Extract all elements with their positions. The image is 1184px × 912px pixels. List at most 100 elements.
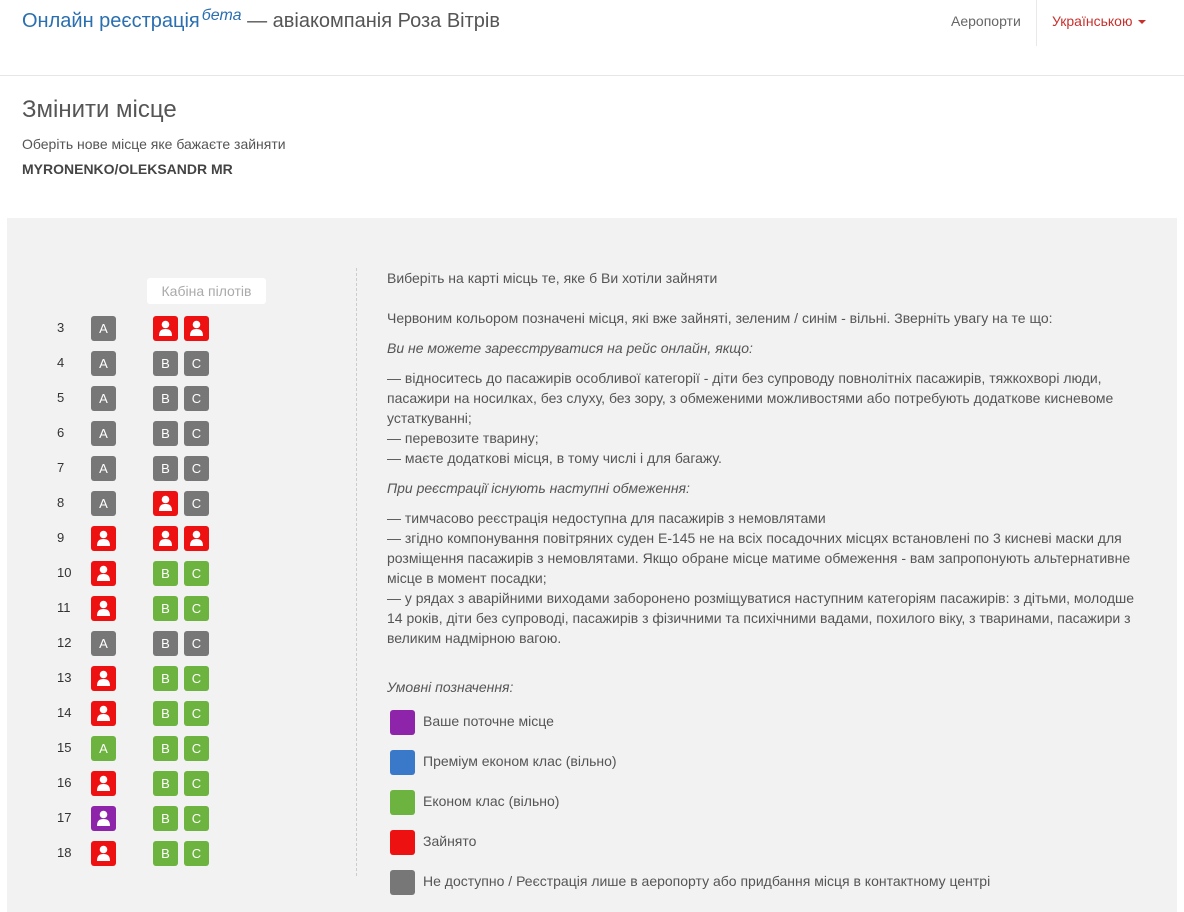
seat-8b[interactable]	[153, 491, 178, 516]
seat-12c[interactable]: C	[184, 631, 209, 656]
row-number: 3	[57, 320, 65, 335]
legend-item: Не доступно / Реєстрація лише в аеропорт…	[390, 870, 1090, 895]
info-cannot-2: — перевозите тварину;	[387, 430, 539, 446]
info-restrictions-title: При реєстрації існують наступні обмеженн…	[387, 480, 690, 496]
seat-7a[interactable]: A	[91, 456, 116, 481]
seat-11b[interactable]: B	[153, 596, 178, 621]
seat-letter: C	[191, 391, 202, 406]
seat-16a[interactable]	[91, 771, 116, 796]
seat-9b[interactable]	[153, 526, 178, 551]
seat-12a[interactable]: A	[91, 631, 116, 656]
seat-4a[interactable]: A	[91, 351, 116, 376]
seat-letter: B	[161, 741, 170, 756]
seat-letter: A	[99, 426, 108, 441]
seat-14a[interactable]	[91, 701, 116, 726]
seat-16c[interactable]: C	[184, 771, 209, 796]
seat-row: 10 B C	[7, 561, 247, 587]
brand-title[interactable]: Онлайн реєстрація	[22, 10, 200, 32]
person-icon	[91, 845, 116, 861]
seat-9a[interactable]	[91, 526, 116, 551]
seat-8a[interactable]: A	[91, 491, 116, 516]
person-icon	[91, 705, 116, 721]
row-number: 15	[57, 740, 72, 755]
seat-12b[interactable]: B	[153, 631, 178, 656]
info-text: Виберіть на карті місць те, яке б Ви хот…	[387, 268, 1147, 648]
person-icon	[153, 320, 178, 336]
nav-airports-link[interactable]: Аеропорти	[951, 13, 1021, 29]
page-subtitle: Оберіть нове місце яке бажаєте зайняти	[22, 136, 286, 152]
seat-8c[interactable]: C	[184, 491, 209, 516]
seat-letter: C	[191, 776, 202, 791]
seat-letter: C	[191, 811, 202, 826]
seat-letter: B	[161, 636, 170, 651]
seat-letter: C	[191, 496, 202, 511]
seat-18b[interactable]: B	[153, 841, 178, 866]
seat-5b[interactable]: B	[153, 386, 178, 411]
seat-3a[interactable]: A	[91, 316, 116, 341]
seat-letter: A	[99, 356, 108, 371]
seat-row: 16 B C	[7, 771, 247, 797]
row-number: 13	[57, 670, 72, 685]
seat-3c[interactable]	[184, 316, 209, 341]
seat-7c[interactable]: C	[184, 456, 209, 481]
navbar: Онлайн реєстрація бета — авіакомпанія Роз…	[0, 0, 1184, 76]
seat-14b[interactable]: B	[153, 701, 178, 726]
info-cannot-title: Ви не можете зареєструватися на рейс онл…	[387, 340, 753, 356]
seat-13a[interactable]	[91, 666, 116, 691]
seat-5c[interactable]: C	[184, 386, 209, 411]
seat-letter: C	[191, 636, 202, 651]
seat-11a[interactable]	[91, 596, 116, 621]
seat-6a[interactable]: A	[91, 421, 116, 446]
passenger-name: MYRONENKO/OLEKSANDR MR	[22, 161, 233, 177]
seat-10b[interactable]: B	[153, 561, 178, 586]
seat-13c[interactable]: C	[184, 666, 209, 691]
seat-16b[interactable]: B	[153, 771, 178, 796]
seat-18a[interactable]	[91, 841, 116, 866]
seat-letter: B	[161, 461, 170, 476]
seat-11c[interactable]: C	[184, 596, 209, 621]
seat-15a[interactable]: A	[91, 736, 116, 761]
seat-13b[interactable]: B	[153, 666, 178, 691]
seat-4b[interactable]: B	[153, 351, 178, 376]
seat-6c[interactable]: C	[184, 421, 209, 446]
seat-18c[interactable]: C	[184, 841, 209, 866]
seat-15b[interactable]: B	[153, 736, 178, 761]
seat-letter: A	[99, 741, 108, 756]
seat-letter: A	[99, 391, 108, 406]
seat-9c[interactable]	[184, 526, 209, 551]
legend-swatch	[390, 870, 415, 895]
seat-letter: A	[99, 636, 108, 651]
person-icon	[153, 495, 178, 511]
person-icon	[91, 810, 116, 826]
seat-letter: C	[191, 706, 202, 721]
seat-row: 14 B C	[7, 701, 247, 727]
legend-label: Не доступно / Реєстрація лише в аеропорт…	[423, 873, 991, 889]
seat-letter: C	[191, 601, 202, 616]
seat-3b[interactable]	[153, 316, 178, 341]
seat-17a[interactable]	[91, 806, 116, 831]
language-label: Українською	[1052, 13, 1133, 29]
seat-10a[interactable]	[91, 561, 116, 586]
person-icon	[91, 530, 116, 546]
caret-down-icon	[1138, 20, 1147, 25]
language-dropdown[interactable]: Українською	[1052, 13, 1147, 29]
seat-letter: B	[161, 811, 170, 826]
seat-letter: B	[161, 426, 170, 441]
info-restriction-1: — тимчасово реєстрація недоступна для па…	[387, 510, 826, 526]
info-colors-note: Червоним кольором позначені місця, які в…	[387, 310, 1053, 326]
seat-10c[interactable]: C	[184, 561, 209, 586]
seat-14c[interactable]: C	[184, 701, 209, 726]
seat-17c[interactable]: C	[184, 806, 209, 831]
seat-5a[interactable]: A	[91, 386, 116, 411]
seat-6b[interactable]: B	[153, 421, 178, 446]
seat-letter: B	[161, 706, 170, 721]
brand[interactable]: Онлайн реєстрація бета — авіакомпанія Роз…	[22, 7, 500, 35]
seat-17b[interactable]: B	[153, 806, 178, 831]
seat-7b[interactable]: B	[153, 456, 178, 481]
person-icon	[184, 320, 209, 336]
divider-line	[356, 268, 357, 876]
info-cannot-1: — відноситесь до пасажирів особливої кат…	[387, 370, 1114, 426]
seat-15c[interactable]: C	[184, 736, 209, 761]
seat-4c[interactable]: C	[184, 351, 209, 376]
seat-map: Кабіна пілотів 3 A 4 A B C 5 A B C 6 A B C 7 A B C 8 A C 9 10 B…	[7, 218, 357, 912]
